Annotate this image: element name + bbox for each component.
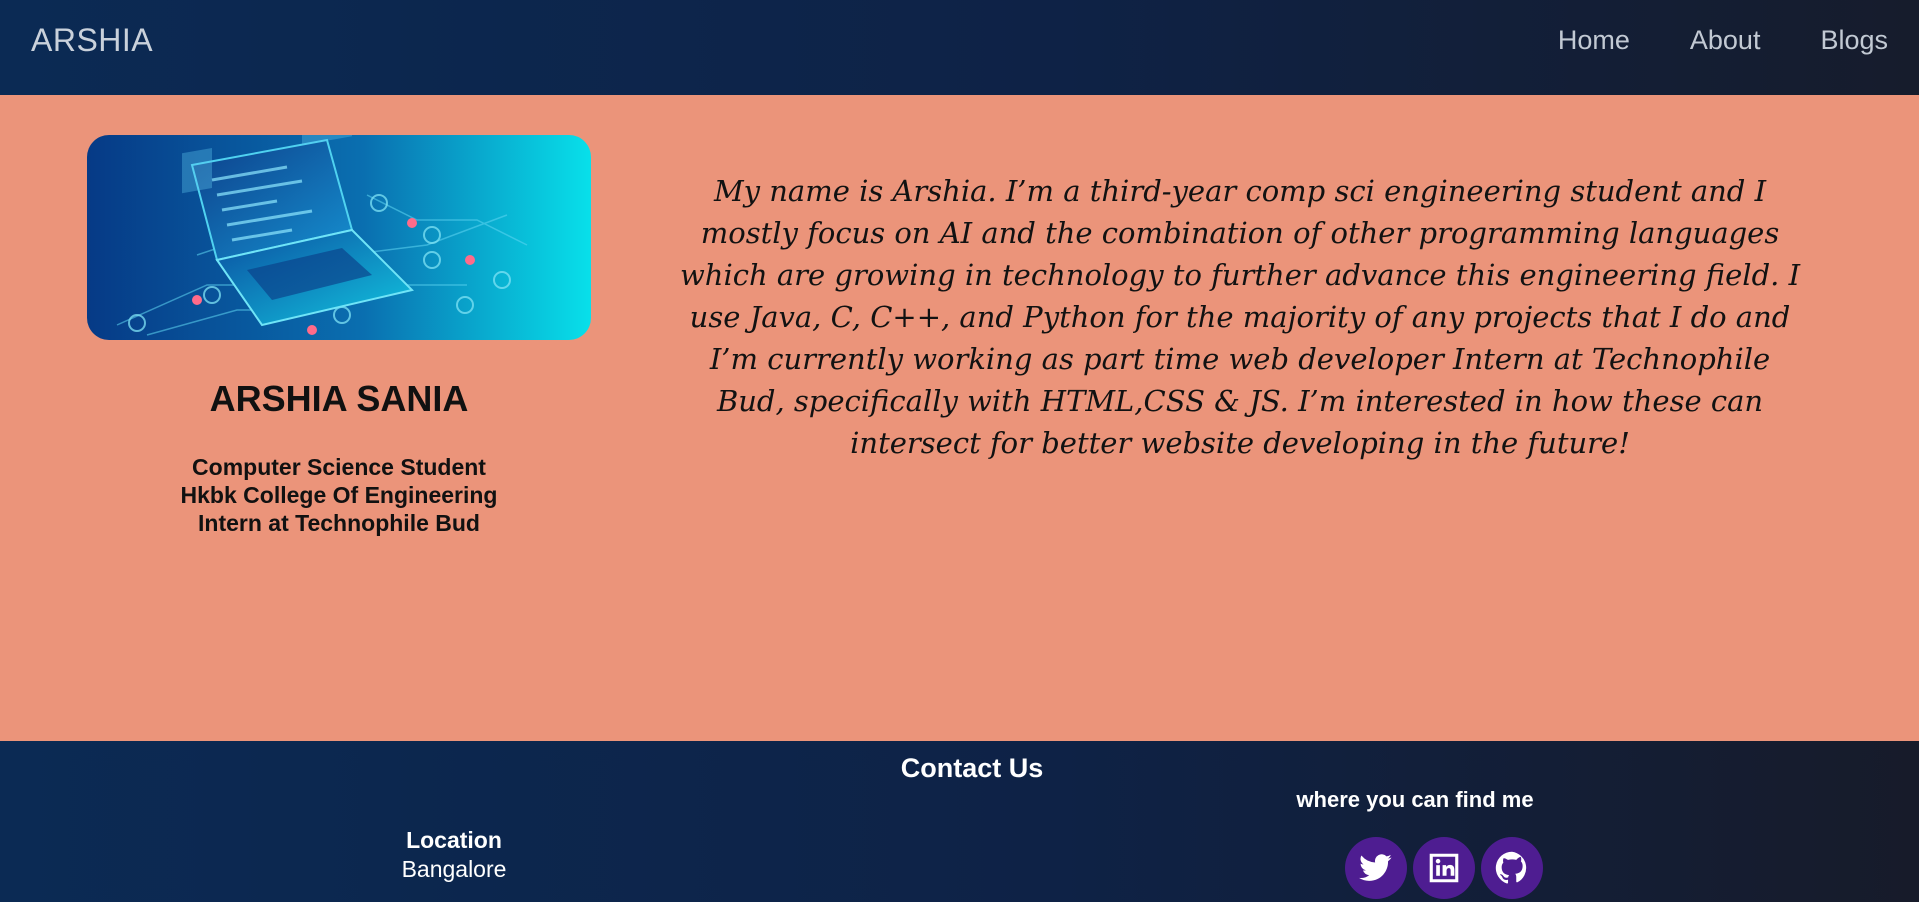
nav-links: Home About Blogs [1498, 25, 1888, 56]
profile-name: ARSHIA SANIA [209, 378, 469, 419]
location-value: Bangalore [401, 856, 507, 882]
social-links [1345, 837, 1543, 899]
nav-link-blogs[interactable]: Blogs [1820, 25, 1888, 56]
twitter-icon [1359, 854, 1392, 881]
about-paragraph: My name is Arshia. I’m a third-year comp… [679, 174, 1801, 460]
navbar: ARSHIA Home About Blogs [0, 0, 1919, 95]
footer: Contact Us Location Bangalore where you … [0, 741, 1919, 902]
nav-link-home[interactable]: Home [1558, 25, 1630, 56]
twitter-link[interactable] [1345, 837, 1407, 899]
profile-line-internship: Intern at Technophile Bud [198, 510, 480, 536]
linkedin-link[interactable] [1413, 837, 1475, 899]
brand-logo-link[interactable]: ARSHIA [31, 22, 153, 59]
contact-title: Contact Us [900, 753, 1044, 783]
location-label: Location [406, 827, 502, 853]
find-me-heading: where you can find me [1296, 787, 1534, 812]
nav-link-about[interactable]: About [1690, 25, 1761, 56]
profile-line-college: Hkbk College Of Engineering [180, 482, 498, 508]
profile-details: Computer Science Student Hkbk College Of… [87, 453, 591, 537]
github-icon [1495, 851, 1527, 884]
profile-line-role: Computer Science Student [192, 454, 486, 480]
laptop-circuit-illustration [87, 135, 591, 340]
about-section: ARSHIA SANIA Computer Science Student Hk… [0, 95, 1919, 741]
linkedin-icon [1429, 853, 1459, 883]
github-link[interactable] [1481, 837, 1543, 899]
profile-image [87, 135, 591, 340]
